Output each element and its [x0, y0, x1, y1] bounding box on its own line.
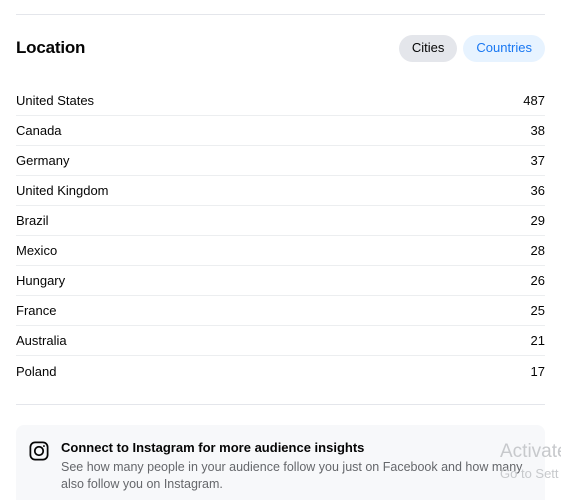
location-name: Poland: [16, 363, 57, 379]
list-item[interactable]: Mexico 28: [16, 236, 545, 266]
location-name: Australia: [16, 333, 67, 348]
promo-text-block: Connect to Instagram for more audience i…: [61, 439, 531, 493]
location-count: 487: [523, 93, 545, 108]
instagram-icon: [28, 440, 50, 462]
page-title: Location: [16, 38, 86, 57]
location-count: 37: [530, 153, 545, 168]
list-item[interactable]: United States 487: [16, 86, 545, 116]
list-item[interactable]: Germany 37: [16, 146, 545, 176]
tab-cities[interactable]: Cities: [398, 34, 458, 62]
bottom-divider: [16, 404, 545, 405]
location-name: France: [16, 303, 57, 318]
tab-countries[interactable]: Countries: [463, 34, 545, 62]
location-list: United States 487 Canada 38 Germany 37 U…: [16, 86, 545, 386]
list-item[interactable]: Canada 38: [16, 116, 545, 146]
location-name: Canada: [16, 123, 62, 138]
location-name: Hungary: [16, 273, 66, 288]
location-name: United States: [16, 93, 95, 108]
location-count: 17: [530, 363, 545, 379]
list-item[interactable]: Australia 21: [16, 326, 545, 356]
location-name: United Kingdom: [16, 183, 109, 198]
section-header: Location Cities Countries: [0, 28, 561, 68]
location-count: 28: [530, 243, 545, 258]
location-count: 29: [530, 213, 545, 228]
location-insights-panel: Location Cities Countries United States …: [0, 0, 561, 500]
promo-subtitle: See how many people in your audience fol…: [61, 460, 523, 491]
location-name: Brazil: [16, 213, 49, 228]
list-item[interactable]: United Kingdom 36: [16, 176, 545, 206]
location-name: Mexico: [16, 243, 58, 258]
location-name: Germany: [16, 153, 70, 168]
location-count: 36: [530, 183, 545, 198]
list-item[interactable]: Hungary 26: [16, 266, 545, 296]
list-item[interactable]: France 25: [16, 296, 545, 326]
location-count: 21: [530, 333, 545, 348]
promo-title: Connect to Instagram for more audience i…: [61, 440, 365, 455]
top-divider: [16, 14, 545, 15]
location-count: 26: [530, 273, 545, 288]
location-count: 25: [530, 303, 545, 318]
instagram-connect-banner[interactable]: Connect to Instagram for more audience i…: [16, 425, 545, 500]
location-count: 38: [530, 123, 545, 138]
list-item[interactable]: Brazil 29: [16, 206, 545, 236]
location-scope-toggle: Cities Countries: [398, 34, 545, 62]
list-item[interactable]: Poland 17: [16, 356, 545, 386]
